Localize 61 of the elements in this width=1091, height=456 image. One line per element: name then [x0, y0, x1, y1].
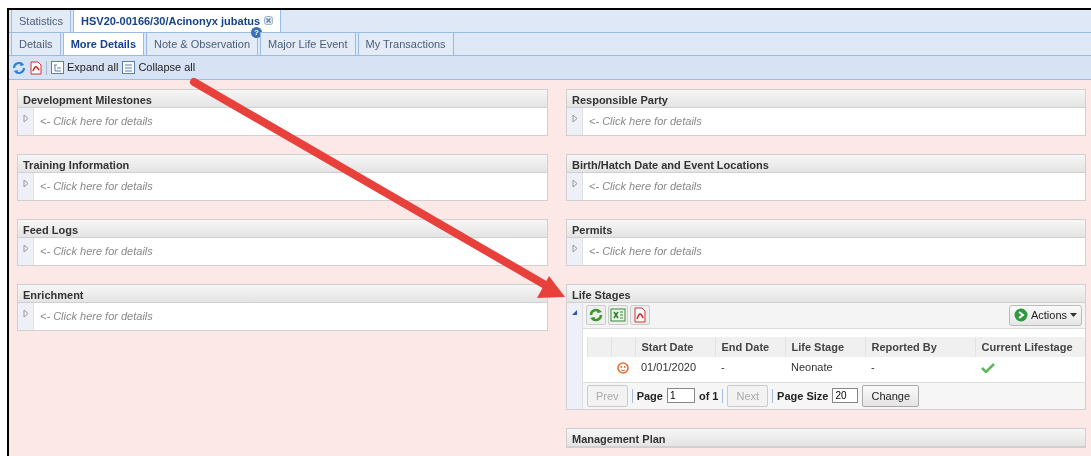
- expand-arrow-icon[interactable]: [571, 179, 578, 188]
- table-cell: -: [715, 357, 785, 378]
- expand-icon: [51, 61, 64, 74]
- panel-title[interactable]: Development Milestones: [18, 90, 547, 108]
- panel-title[interactable]: Feed Logs: [18, 220, 547, 238]
- page-count: of 1: [698, 388, 719, 404]
- change-button[interactable]: Change: [862, 384, 919, 407]
- collapse-icon: [122, 61, 136, 74]
- page-field[interactable]: 1: [666, 388, 695, 404]
- spreadsheet-icon: [610, 307, 626, 324]
- panel-title[interactable]: Birth/Hatch Date and Event Locations: [567, 155, 1085, 173]
- expand-arrow-icon[interactable]: [22, 244, 29, 253]
- column-header[interactable]: End Date: [715, 336, 785, 357]
- panel-title[interactable]: Responsible Party: [567, 90, 1085, 108]
- page-label: Page: [636, 388, 663, 404]
- table-cell: -: [865, 357, 975, 378]
- tab[interactable]: More Details: [62, 31, 145, 55]
- expand-arrow-icon[interactable]: [571, 244, 578, 253]
- details-hint: <- Click here for details: [39, 244, 154, 259]
- tab[interactable]: Details: [11, 31, 61, 55]
- refresh-button[interactable]: [586, 305, 606, 326]
- refresh-icon: [12, 60, 26, 75]
- column-header[interactable]: Reported By: [865, 336, 975, 357]
- pdf-button[interactable]: [630, 305, 650, 326]
- pdf-icon: [632, 307, 648, 324]
- page-size-field[interactable]: 20: [832, 388, 859, 404]
- panel-title[interactable]: Enrichment: [18, 285, 547, 303]
- tab[interactable]: Statistics: [11, 10, 71, 32]
- details-hint: <- Click here for details: [588, 179, 703, 194]
- close-icon[interactable]: [264, 16, 274, 26]
- details-hint: <- Click here for details: [588, 114, 703, 129]
- actions-button[interactable]: Actions: [1008, 305, 1082, 326]
- pdf-icon: [30, 60, 42, 75]
- arrow-circle-icon: [1013, 308, 1028, 323]
- caret-icon: [1070, 313, 1077, 318]
- column-header[interactable]: Start Date: [635, 336, 715, 357]
- collapse-all-button[interactable]: Collapse all: [122, 59, 196, 76]
- table-cell: Neonate: [785, 357, 865, 378]
- table-cell: 01/01/2020: [635, 357, 715, 378]
- page-size-label: Page Size: [777, 388, 829, 404]
- panel-title[interactable]: Management Plan: [567, 429, 1085, 447]
- details-hint: <- Click here for details: [39, 179, 154, 194]
- expand-arrow-icon[interactable]: [22, 114, 29, 123]
- tab[interactable]: Major Life Event: [260, 31, 356, 55]
- expand-arrow-icon[interactable]: [571, 114, 578, 123]
- details-hint: <- Click here for details: [39, 114, 154, 129]
- expand-arrow-icon[interactable]: [22, 179, 29, 188]
- panel-title[interactable]: Life Stages: [567, 285, 1085, 303]
- collapse-arrow-icon[interactable]: [571, 309, 578, 316]
- details-hint: <- Click here for details: [588, 244, 703, 259]
- column-header[interactable]: Current Lifestage: [975, 336, 1085, 357]
- details-hint: <- Click here for details: [39, 309, 154, 324]
- column-header[interactable]: Life Stage: [785, 336, 865, 357]
- expand-arrow-icon[interactable]: [22, 309, 29, 318]
- panel-title[interactable]: Training Information: [18, 155, 547, 173]
- tab[interactable]: My Transactions: [357, 31, 454, 55]
- excel-button[interactable]: [608, 305, 628, 326]
- panel-title[interactable]: Permits: [567, 220, 1085, 238]
- smiley-icon: [617, 362, 629, 375]
- expand-all-button[interactable]: Expand all: [51, 59, 119, 76]
- refresh-icon: [588, 307, 604, 324]
